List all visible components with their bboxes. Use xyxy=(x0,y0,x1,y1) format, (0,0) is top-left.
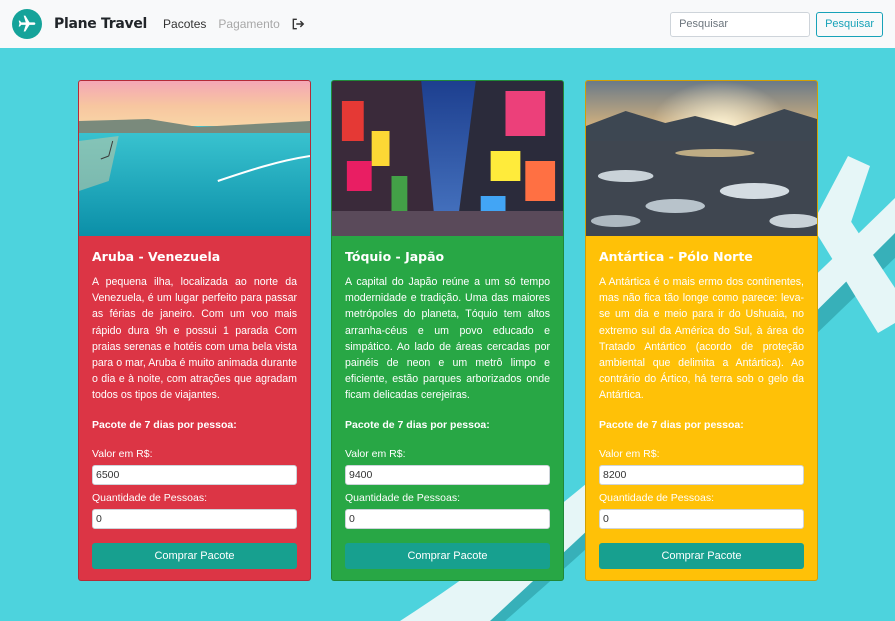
card-title: Tóquio - Japão xyxy=(345,249,445,264)
card-description: A pequena ilha, localizada ao norte da V… xyxy=(92,276,297,402)
tokyo-street-image xyxy=(332,81,563,236)
aruba-beach-image xyxy=(79,81,310,236)
people-quantity-field[interactable] xyxy=(345,509,550,529)
price-label: Valor em R$: xyxy=(599,448,660,460)
people-quantity-field[interactable] xyxy=(92,509,297,529)
nav-link-pagamento[interactable]: Pagamento xyxy=(218,17,279,31)
package-label: Pacote de 7 dias por pessoa: xyxy=(345,419,490,431)
card-title: Aruba - Venezuela xyxy=(92,249,221,264)
brand-name[interactable]: Plane Travel xyxy=(54,16,147,32)
price-label: Valor em R$: xyxy=(92,448,153,460)
people-label: Quantidade de Pessoas: xyxy=(599,492,714,504)
plane-logo-icon[interactable] xyxy=(12,9,42,39)
card-title: Antártica - Pólo Norte xyxy=(599,249,753,264)
package-card-antarctica: Antártica - Pólo Norte A Antártica é o m… xyxy=(585,80,818,581)
price-field[interactable] xyxy=(599,465,804,485)
buy-package-button[interactable]: Comprar Pacote xyxy=(345,543,550,569)
search-input[interactable] xyxy=(670,11,811,37)
people-label: Quantidade de Pessoas: xyxy=(345,492,460,504)
antarctica-ice-image xyxy=(586,81,817,236)
card-description: A capital do Japão reúne a um só tempo m… xyxy=(345,276,550,402)
people-quantity-field[interactable] xyxy=(599,509,804,529)
package-label: Pacote de 7 dias por pessoa: xyxy=(92,419,237,431)
price-field[interactable] xyxy=(345,465,550,485)
package-card-aruba: Aruba - Venezuela A pequena ilha, locali… xyxy=(78,80,311,581)
buy-package-button[interactable]: Comprar Pacote xyxy=(92,543,297,569)
buy-package-button[interactable]: Comprar Pacote xyxy=(599,543,804,569)
price-field[interactable] xyxy=(92,465,297,485)
package-label: Pacote de 7 dias por pessoa: xyxy=(599,419,744,431)
card-description: A Antártica é o mais ermo dos continente… xyxy=(599,276,804,402)
price-label: Valor em R$: xyxy=(345,448,406,460)
search-button[interactable]: Pesquisar xyxy=(816,11,883,37)
nav-link-pacotes[interactable]: Pacotes xyxy=(163,17,206,31)
logout-icon[interactable] xyxy=(291,17,305,31)
package-card-tokyo: Tóquio - Japão A capital do Japão reúne … xyxy=(331,80,564,581)
people-label: Quantidade de Pessoas: xyxy=(92,492,207,504)
navbar: Plane Travel Pacotes Pagamento Pesquisar xyxy=(0,0,895,48)
